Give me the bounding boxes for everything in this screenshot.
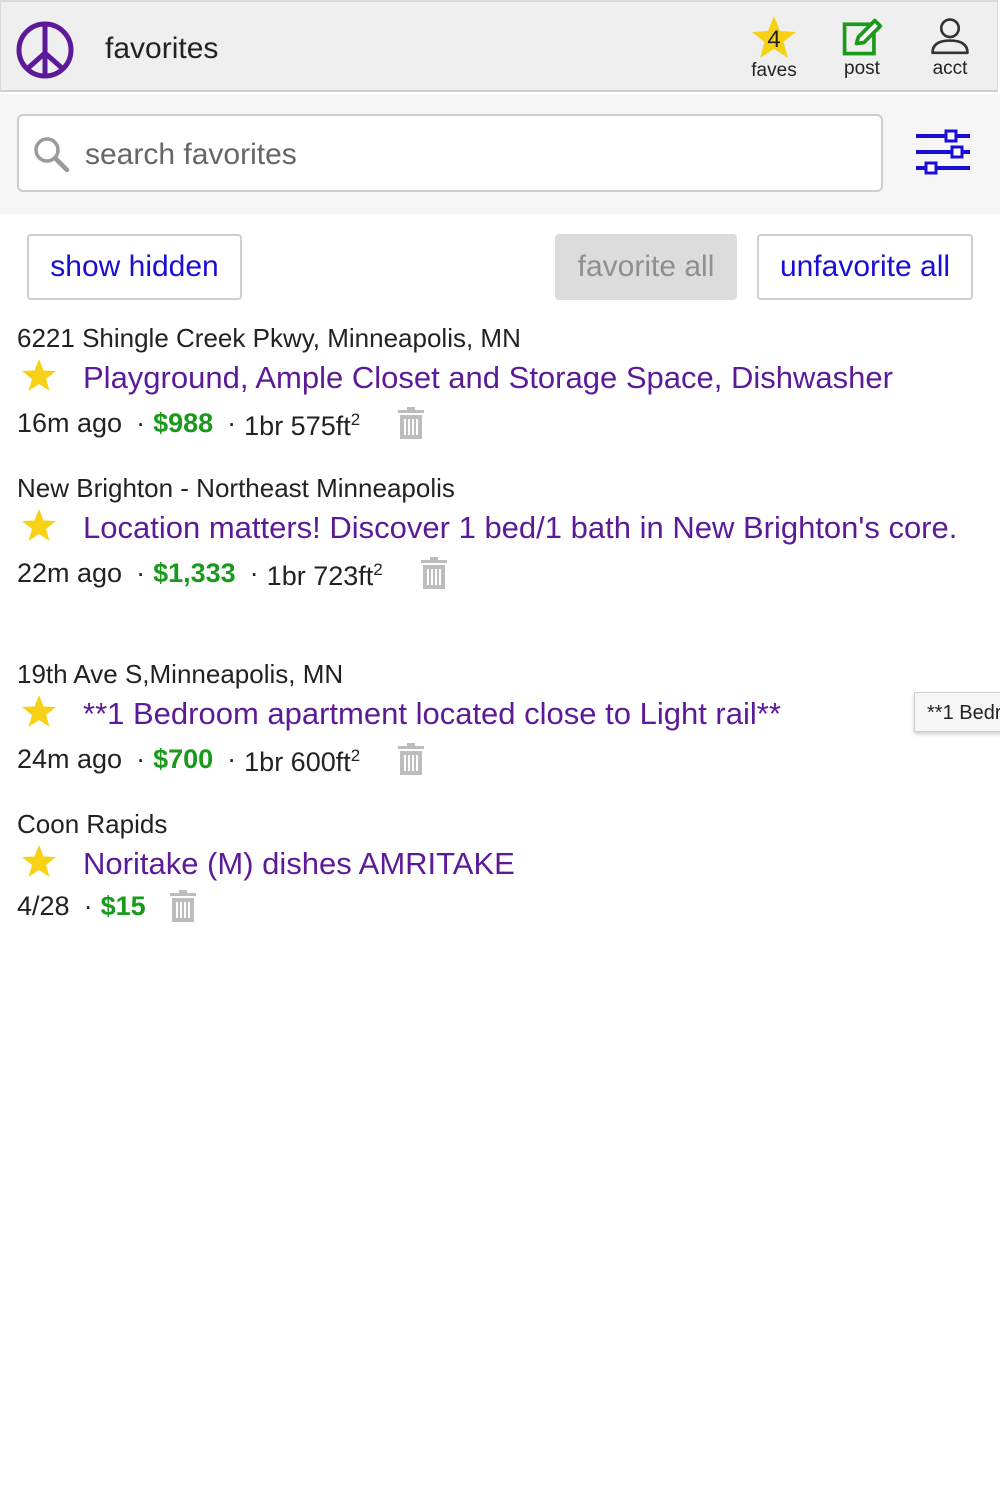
- separator: ·: [136, 408, 146, 438]
- listing-housing: 1br 723ft2: [266, 560, 383, 591]
- search-input[interactable]: [83, 128, 867, 182]
- separator: ·: [227, 744, 237, 774]
- listing-title-row: **1 Bedroom apartment located close to L…: [17, 694, 977, 734]
- listing-age: 16m ago: [17, 408, 123, 438]
- list-item: New Brighton - Northeast Minneapolis Loc…: [17, 472, 977, 594]
- listing-meta: 16m ago · $988 · 1br 575ft2: [17, 402, 977, 444]
- faves-count: 4: [767, 26, 781, 53]
- search-box: [17, 114, 883, 192]
- star-icon[interactable]: [21, 358, 57, 392]
- search-area: [0, 94, 1000, 214]
- listing-title-link[interactable]: Location matters! Discover 1 bed/1 bath …: [83, 510, 957, 545]
- edit-icon: [842, 18, 883, 56]
- show-hidden-button[interactable]: show hidden: [27, 234, 242, 300]
- list-item: 6221 Shingle Creek Pkwy, Minneapolis, MN…: [17, 322, 977, 444]
- favorite-all-button[interactable]: favorite all: [555, 234, 737, 300]
- trash-icon[interactable]: [398, 743, 425, 775]
- page-title: favorites: [105, 32, 219, 65]
- separator: ·: [249, 558, 259, 588]
- separator: ·: [227, 408, 237, 438]
- listing-age: 22m ago: [17, 558, 123, 588]
- listing-title-row: Location matters! Discover 1 bed/1 bath …: [17, 508, 977, 548]
- separator: ·: [83, 891, 93, 921]
- listing-meta: 4/28 · $15: [17, 888, 977, 924]
- star-icon[interactable]: [21, 508, 57, 542]
- listing-price: $15: [100, 891, 146, 921]
- trash-icon[interactable]: [398, 407, 425, 439]
- listing-meta: 24m ago · $700 · 1br 600ft2: [17, 738, 977, 780]
- faves-button[interactable]: 4 faves: [734, 14, 814, 88]
- peace-logo-icon[interactable]: [15, 20, 75, 80]
- listing-title-row: Playground, Ample Closet and Storage Spa…: [17, 358, 977, 398]
- listing-title-link[interactable]: **1 Bedroom apartment located close to L…: [83, 696, 781, 731]
- list-item: Coon Rapids Noritake (M) dishes AMRITAKE…: [17, 808, 977, 924]
- star-icon[interactable]: [21, 694, 57, 728]
- account-button[interactable]: acct: [910, 14, 990, 88]
- listing-price: $988: [153, 408, 214, 438]
- star-icon[interactable]: [21, 844, 57, 878]
- listing-housing: 1br 575ft2: [244, 410, 361, 441]
- separator: ·: [136, 744, 146, 774]
- unfavorite-all-button[interactable]: unfavorite all: [757, 234, 973, 300]
- listing-age: 4/28: [17, 891, 70, 921]
- listing-location: New Brighton - Northeast Minneapolis: [17, 473, 455, 503]
- post-label: post: [844, 58, 880, 79]
- acct-label: acct: [932, 58, 968, 79]
- listing-location: Coon Rapids: [17, 809, 168, 839]
- post-button[interactable]: post: [822, 14, 902, 88]
- listing-location: 19th Ave S,Minneapolis, MN: [17, 659, 344, 689]
- user-icon: [931, 18, 969, 55]
- listing-price: $700: [153, 744, 214, 774]
- trash-icon[interactable]: [169, 890, 196, 922]
- separator: ·: [136, 558, 146, 588]
- trash-icon[interactable]: [420, 557, 447, 589]
- filter-sliders-icon[interactable]: [914, 128, 972, 176]
- listing-price: $1,333: [153, 558, 236, 588]
- title-tooltip: **1 Bedroom apartment located close to L…: [914, 692, 1000, 732]
- listing-housing: 1br 600ft2: [244, 746, 361, 777]
- listing-location: 6221 Shingle Creek Pkwy, Minneapolis, MN: [17, 323, 521, 353]
- listing-title-row: Noritake (M) dishes AMRITAKE: [17, 844, 977, 884]
- listing-meta: 22m ago · $1,333 · 1br 723ft2: [17, 552, 977, 594]
- listing-title-link[interactable]: Noritake (M) dishes AMRITAKE: [83, 846, 515, 881]
- search-icon: [34, 137, 70, 173]
- header-bar: favorites 4 faves post acct: [0, 0, 998, 92]
- listing-age: 24m ago: [17, 744, 123, 774]
- faves-label: faves: [751, 60, 797, 81]
- list-item: 19th Ave S,Minneapolis, MN **1 Bedroom a…: [17, 658, 977, 780]
- listing-title-link[interactable]: Playground, Ample Closet and Storage Spa…: [83, 360, 893, 395]
